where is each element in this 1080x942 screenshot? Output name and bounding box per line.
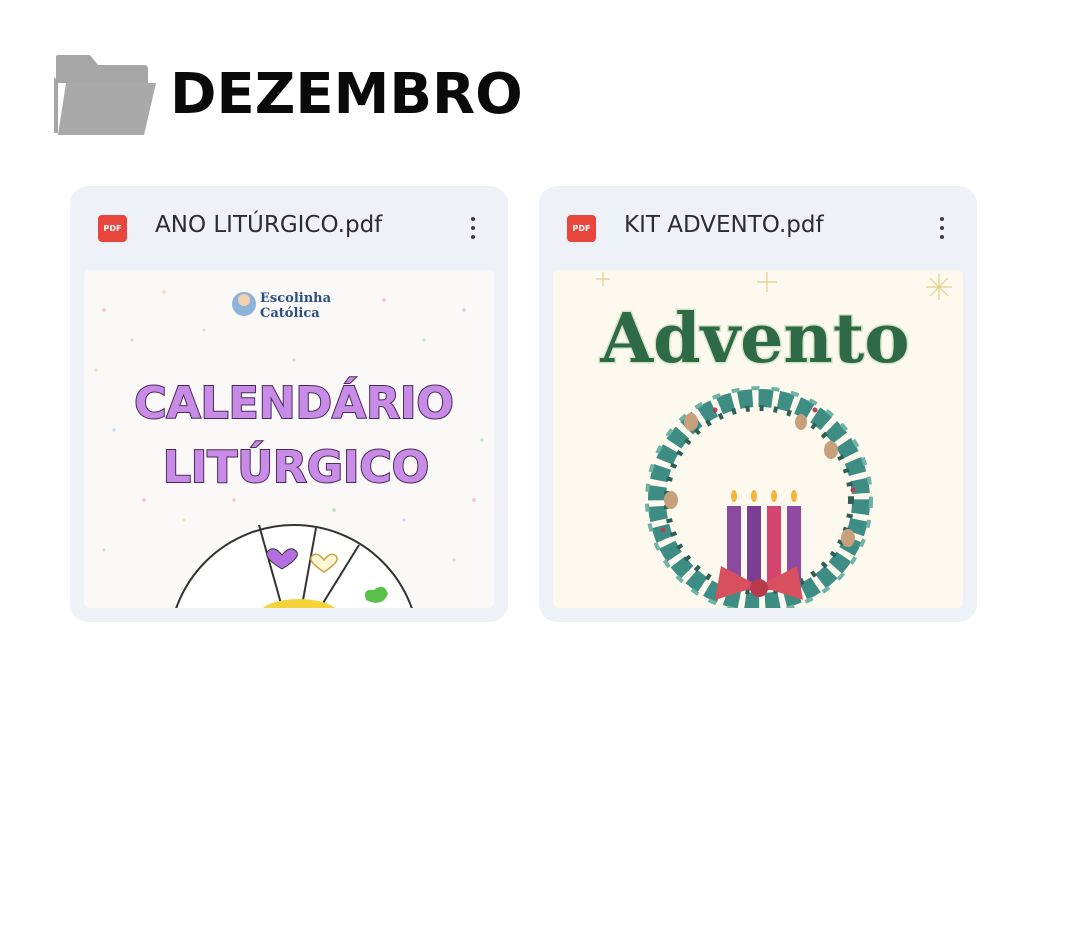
- file-thumbnail[interactable]: Escolinha Católica CALENDÁRIO LITÚRGICO: [84, 270, 494, 608]
- file-card-header: PDF ANO LITÚRGICO.pdf: [70, 186, 508, 270]
- file-card-kit-advento[interactable]: PDF KIT ADVENTO.pdf Advento: [539, 186, 977, 622]
- pdf-icon: PDF: [567, 215, 596, 242]
- advento-thumbnail-image: Advento: [553, 270, 963, 608]
- advento-title: Advento: [599, 299, 909, 379]
- pdf-icon: PDF: [98, 215, 127, 242]
- page: DEZEMBRO PDF ANO LITÚRGICO.pdf Escolinha…: [0, 0, 1080, 942]
- svg-text:Católica: Católica: [260, 306, 320, 321]
- file-card-header: PDF KIT ADVENTO.pdf: [539, 186, 977, 270]
- svg-text:LITÚRGICO: LITÚRGICO: [163, 440, 429, 493]
- file-name[interactable]: ANO LITÚRGICO.pdf: [155, 212, 382, 238]
- more-vert-icon: [471, 217, 475, 221]
- folder-header: DEZEMBRO: [52, 50, 523, 140]
- folder-icon: [54, 55, 156, 135]
- file-card-ano-liturgico[interactable]: PDF ANO LITÚRGICO.pdf Escolinha Católica…: [70, 186, 508, 622]
- svg-text:Escolinha: Escolinha: [260, 291, 332, 306]
- calendar-thumbnail-image: Escolinha Católica CALENDÁRIO LITÚRGICO: [84, 270, 494, 608]
- more-vert-icon: [940, 217, 944, 221]
- folder-title: DEZEMBRO: [170, 62, 523, 127]
- more-options-button[interactable]: [929, 210, 955, 246]
- svg-text:CALENDÁRIO: CALENDÁRIO: [134, 376, 454, 429]
- more-options-button[interactable]: [460, 210, 486, 246]
- file-thumbnail[interactable]: Advento: [553, 270, 963, 608]
- file-name[interactable]: KIT ADVENTO.pdf: [624, 212, 824, 238]
